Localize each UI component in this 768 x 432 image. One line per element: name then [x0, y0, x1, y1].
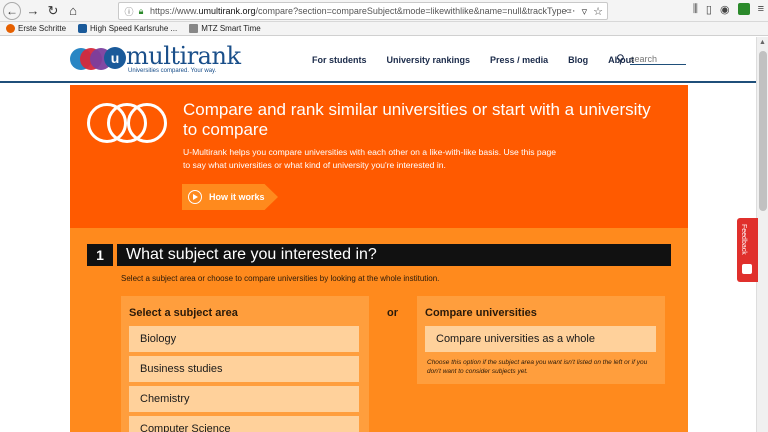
step-title: What subject are you interested in? [117, 244, 671, 266]
facebook-icon [78, 24, 88, 33]
lock-icon[interactable]: 🔒︎ [135, 6, 147, 17]
main-nav: For students University rankings Press /… [312, 55, 654, 65]
bookmark-item[interactable]: Erste Schritte [6, 24, 66, 33]
nav-for-students[interactable]: For students [312, 55, 367, 65]
main-content: Compare and rank similar universities or… [70, 85, 688, 432]
sidebar-icon[interactable]: ▯ [706, 3, 712, 16]
subject-item-chemistry[interactable]: Chemistry [129, 386, 359, 412]
more-icon[interactable]: ··· [565, 5, 576, 18]
logo-wordmark: multirank [126, 42, 241, 70]
step-subtitle: Select a subject area or choose to compa… [121, 274, 440, 283]
step-header: 1 What subject are you interested in? [87, 244, 671, 266]
account-icon[interactable]: ◉ [720, 3, 730, 16]
feedback-icon [742, 264, 752, 274]
logo-u-mark: u [104, 47, 126, 69]
subject-area-panel: Select a subject area Biology Business s… [121, 296, 369, 432]
scrollbar-thumb[interactable] [759, 51, 767, 211]
step-number: 1 [87, 244, 113, 266]
subject-item-biology[interactable]: Biology [129, 326, 359, 352]
how-it-works-button[interactable]: How it works [182, 184, 278, 210]
firefox-icon [6, 24, 15, 33]
play-icon [188, 190, 202, 204]
logo[interactable]: u multirank Universities compared. Your … [70, 42, 241, 77]
search-box: ⚲ [616, 52, 688, 66]
library-icon[interactable]: ⫼ [693, 3, 698, 16]
scroll-up-icon[interactable]: ▲ [759, 39, 766, 46]
back-icon[interactable]: ← [3, 1, 21, 20]
how-it-works-label: How it works [209, 192, 265, 202]
page-icon [189, 24, 199, 33]
pocket-icon[interactable]: ▿ [582, 5, 588, 18]
feedback-tab[interactable]: Feedback [737, 218, 758, 282]
reload-icon[interactable]: ↻ [45, 3, 61, 19]
rings-icon [87, 103, 167, 143]
nav-university-rankings[interactable]: University rankings [387, 55, 471, 65]
url-text[interactable]: https://www.umultirank.org/compare?secti… [150, 6, 572, 16]
feedback-label: Feedback [740, 224, 747, 255]
info-icon[interactable]: ⓘ [123, 5, 135, 18]
site-header: u multirank Universities compared. Your … [0, 37, 768, 83]
compare-panel-title: Compare universities [425, 307, 537, 319]
search-input[interactable] [630, 53, 686, 65]
search-icon[interactable]: ⚲ [616, 52, 630, 66]
extension-icon[interactable] [737, 3, 750, 15]
bookmark-item[interactable]: MTZ Smart Time [189, 24, 261, 33]
nav-press-media[interactable]: Press / media [490, 55, 548, 65]
subject-panel-title: Select a subject area [129, 307, 238, 319]
hero-description: U-Multirank helps you compare universiti… [183, 147, 557, 170]
logo-tagline: Universities compared. Your way. [128, 68, 217, 74]
compare-note: Choose this option if the subject area y… [427, 359, 648, 375]
bookmark-item[interactable]: High Speed Karlsruhe ... [78, 24, 177, 33]
nav-blog[interactable]: Blog [568, 55, 588, 65]
hero-banner: Compare and rank similar universities or… [70, 85, 688, 228]
compare-universities-panel: Compare universities Compare universitie… [417, 296, 665, 384]
forward-icon[interactable]: → [25, 3, 41, 19]
browser-toolbar: ← → ↻ ⌂ ⓘ 🔒︎ https://www.umultirank.org/… [0, 0, 768, 22]
subject-item-computer-science[interactable]: Computer Science [129, 416, 359, 432]
star-icon[interactable]: ☆ [593, 5, 603, 18]
menu-icon[interactable]: ≡ [758, 3, 764, 16]
hero-title: Compare and rank similar universities or… [183, 100, 651, 139]
bookmarks-bar: Erste Schritte High Speed Karlsruhe ... … [0, 22, 768, 36]
home-icon[interactable]: ⌂ [65, 3, 81, 19]
subject-item-business-studies[interactable]: Business studies [129, 356, 359, 382]
compare-as-whole-button[interactable]: Compare universities as a whole [425, 326, 656, 352]
url-bar[interactable]: ⓘ 🔒︎ https://www.umultirank.org/compare?… [118, 2, 608, 20]
or-label: or [387, 307, 398, 319]
